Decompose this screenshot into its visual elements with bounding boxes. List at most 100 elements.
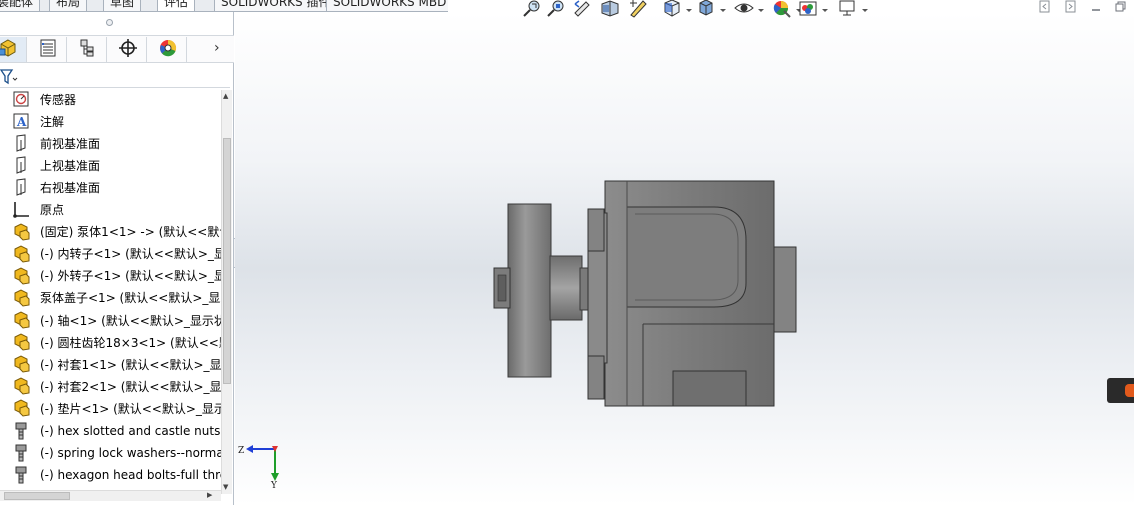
zoom-to-area-icon — [546, 0, 566, 21]
feature-filter[interactable] — [0, 64, 230, 88]
dropdown-caret-icon[interactable] — [685, 3, 693, 17]
tree-item[interactable]: (-) hex slotted and castle nuts 1 — [12, 420, 221, 442]
restore-icon[interactable] — [1115, 1, 1126, 12]
vertical-scroll-thumb[interactable] — [223, 138, 231, 384]
tree-item[interactable]: (-) 衬套2<1> (默认<<默认>_显示 — [12, 375, 221, 397]
tree-item-label: (-) 轴<1> (默认<<默认>_显示状态 — [40, 313, 221, 328]
tree-item[interactable]: 原点 — [12, 199, 64, 221]
tree-item[interactable]: (-) 轴<1> (默认<<默认>_显示状态 — [12, 309, 221, 331]
tree-item-label: (-) 外转子<1> (默认<<默认>_显示 — [40, 269, 221, 284]
gear-hub-nut[interactable] — [493, 267, 511, 309]
zoom-to-area-button[interactable] — [546, 0, 566, 21]
reference-triad: Z Y — [238, 440, 284, 493]
dimxpert-icon — [118, 38, 138, 61]
triad-y-label: Y — [270, 481, 278, 490]
viewport-window-controls — [1036, 0, 1134, 14]
dropdown-caret-icon[interactable] — [719, 3, 727, 17]
panel-tab-configuration-manager[interactable] — [69, 37, 107, 62]
toolbox-part-icon — [12, 444, 35, 462]
scroll-down-arrow-icon[interactable]: ▼ — [223, 483, 228, 491]
command-manager-tabs: 装配体 布局 草图 评估 SOLIDWORKS 插件 SOLIDWORKS MBD — [0, 0, 448, 12]
pump-body-component[interactable] — [587, 180, 797, 407]
dropdown-caret-icon[interactable] — [757, 3, 765, 17]
tree-item-label: (固定) 泵体1<1> -> (默认<<默认 — [40, 225, 221, 240]
section-view-button[interactable] — [600, 0, 620, 21]
part-icon — [12, 289, 35, 307]
feature-manager-tab-strip: › — [0, 35, 234, 63]
part-icon — [12, 355, 35, 373]
feature-tree-vertical-scrollbar[interactable]: ▲ ▼ — [221, 90, 232, 494]
horizontal-scroll-thumb[interactable] — [4, 492, 70, 500]
tree-item[interactable]: 泵体盖子<1> (默认<<默认>_显示 — [12, 287, 221, 309]
dropdown-caret-icon[interactable] — [821, 3, 829, 17]
previous-view-button[interactable] — [572, 0, 592, 21]
view-orientation-icon — [662, 0, 682, 21]
tree-item-label: (-) hexagon head bolts-full thre — [40, 467, 221, 482]
bolt-head-lower[interactable] — [587, 355, 605, 400]
edit-appearance-icon — [772, 0, 792, 21]
filter-icon[interactable] — [0, 68, 20, 86]
tree-item-label: (-) 圆柱齿轮18×3<1> (默认<<默 — [40, 335, 221, 350]
tree-item[interactable]: (-) 圆柱齿轮18×3<1> (默认<<默 — [12, 331, 221, 353]
command-tab-4[interactable]: SOLIDWORKS 插件 — [214, 0, 338, 11]
tree-item[interactable]: (-) 外转子<1> (默认<<默认>_显示 — [12, 265, 221, 287]
command-tab-3[interactable]: 评估 — [157, 0, 196, 11]
plane-icon — [12, 156, 35, 175]
tree-item-label: (-) hex slotted and castle nuts 1 — [40, 423, 221, 438]
tree-item[interactable]: (-) 垫片<1> (默认<<默认>_显示状 — [12, 397, 221, 419]
panel-tab-dimxpert[interactable] — [109, 37, 147, 62]
toolbox-part-icon — [12, 422, 35, 440]
previous-view-icon — [572, 0, 592, 21]
task-pane-flyout-tab[interactable] — [1107, 378, 1134, 403]
dynamic-annotation-button[interactable] — [628, 0, 648, 21]
tree-item-label: (-) 垫片<1> (默认<<默认>_显示状 — [40, 401, 221, 416]
assembly-model-gear-pump[interactable] — [488, 176, 808, 419]
tree-item[interactable]: (-) spring lock washers--norma — [12, 442, 221, 464]
gear-component[interactable] — [507, 203, 552, 378]
tree-item-label: (-) 衬套2<1> (默认<<默认>_显示 — [40, 379, 221, 394]
tree-item[interactable]: (固定) 泵体1<1> -> (默认<<默认 — [12, 221, 221, 243]
feature-manager-panel: › 传感器 A 注解 前视基准面 上视基准面 右视基准面 原点 (固定) 泵体1<1> -> … — [0, 12, 234, 505]
svg-text:A: A — [16, 115, 27, 129]
tree-item[interactable]: A 注解 — [12, 110, 64, 132]
scroll-right-arrow-icon[interactable]: ▶ — [207, 491, 212, 499]
flyout-indicator-icon — [1125, 384, 1134, 397]
part-icon — [12, 223, 35, 241]
view-settings-button[interactable] — [838, 0, 869, 21]
tile-right-icon[interactable] — [1065, 0, 1076, 13]
view-settings-icon — [838, 0, 858, 21]
tree-item[interactable]: (-) hexagon head bolts-full thre — [12, 464, 221, 486]
panel-collapse-grip[interactable] — [106, 19, 113, 26]
tree-item[interactable]: (-) 内转子<1> (默认<<默认>_显示 — [12, 243, 221, 265]
more-tabs-chevron[interactable]: › — [214, 40, 220, 56]
command-tab-0[interactable]: 装配体 — [0, 0, 41, 11]
command-tab-5[interactable]: SOLIDWORKS MBD — [326, 0, 448, 11]
panel-tab-display-manager[interactable] — [149, 37, 187, 62]
tile-left-icon[interactable] — [1039, 0, 1050, 13]
dropdown-caret-icon[interactable] — [861, 3, 869, 17]
bolt-head-upper[interactable] — [587, 208, 605, 252]
tree-item[interactable]: 上视基准面 — [12, 154, 100, 176]
hide-show-items-button[interactable] — [734, 0, 765, 21]
panel-tab-property-manager[interactable] — [29, 37, 67, 62]
tree-item-label: (-) 衬套1<1> (默认<<默认>_显示 — [40, 357, 221, 372]
apply-scene-icon — [798, 0, 818, 21]
panel-tab-feature-manager[interactable] — [0, 37, 27, 62]
scroll-up-arrow-icon[interactable]: ▲ — [223, 92, 228, 100]
shaft-component[interactable] — [549, 255, 589, 321]
zoom-to-fit-icon — [522, 0, 542, 21]
zoom-to-fit-button[interactable] — [522, 0, 542, 21]
apply-scene-button[interactable] — [798, 0, 829, 21]
display-style-button[interactable] — [696, 0, 727, 21]
tree-item[interactable]: 传感器 — [12, 88, 76, 110]
command-tab-2[interactable]: 草图 — [103, 0, 142, 11]
property-manager-icon — [38, 38, 58, 61]
origin-icon — [12, 201, 35, 219]
tree-item[interactable]: 右视基准面 — [12, 176, 100, 198]
command-tab-1[interactable]: 布局 — [49, 0, 88, 11]
view-orientation-button[interactable] — [662, 0, 693, 21]
tree-item-label: (-) 内转子<1> (默认<<默认>_显示 — [40, 247, 221, 262]
tree-item[interactable]: 前视基准面 — [12, 132, 100, 154]
feature-tree-horizontal-scrollbar[interactable]: ▶ — [0, 490, 221, 501]
tree-item[interactable]: (-) 衬套1<1> (默认<<默认>_显示 — [12, 353, 221, 375]
